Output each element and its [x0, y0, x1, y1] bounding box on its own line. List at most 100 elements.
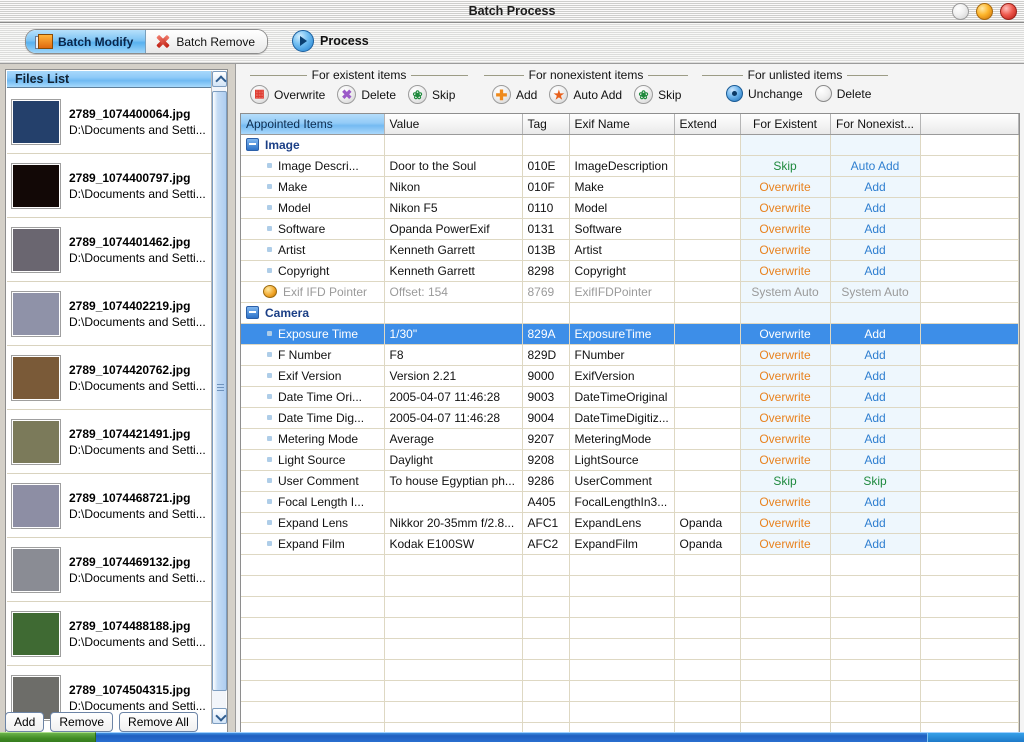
- list-item[interactable]: 2789_1074400797.jpg D:\Documents and Sett…: [7, 154, 213, 218]
- option-add[interactable]: ✚ Add: [492, 85, 537, 104]
- cell-for-existent[interactable]: Skip: [740, 470, 831, 492]
- table-row[interactable]: F Number F8 829D FNumber Overwrite Add: [241, 344, 1019, 366]
- table-row[interactable]: Exposure Time 1/30" 829A ExposureTime Overwr…: [241, 323, 1019, 345]
- close-button[interactable]: [1000, 3, 1017, 20]
- column-exif-name[interactable]: Exif Name: [569, 114, 675, 135]
- column-value[interactable]: Value: [384, 114, 523, 135]
- radio-delete-control[interactable]: [814, 85, 832, 102]
- table-row[interactable]: Exif Version Version 2.21 9000 ExifVersion O…: [241, 365, 1019, 387]
- cell-for-existent[interactable]: [740, 302, 831, 324]
- list-item[interactable]: 2789_1074468721.jpg D:\Documents and Sett…: [7, 474, 213, 538]
- table-row[interactable]: Image: [241, 134, 1019, 156]
- cell-for-nonexistent[interactable]: Add: [830, 386, 921, 408]
- cell-for-nonexistent[interactable]: Add: [830, 344, 921, 366]
- column-extend[interactable]: Extend: [674, 114, 741, 135]
- cell-for-existent[interactable]: Overwrite: [740, 491, 831, 513]
- cell-for-existent[interactable]: Overwrite: [740, 218, 831, 240]
- cell-for-nonexistent[interactable]: Add: [830, 323, 921, 345]
- appointed-items-table[interactable]: Appointed Items Value Tag Exif Name Exte…: [240, 113, 1020, 738]
- table-row[interactable]: Expand Lens Nikkor 20-35mm f/2.8... AFC1 Ex…: [241, 512, 1019, 534]
- cell-for-existent[interactable]: Overwrite: [740, 428, 831, 450]
- table-row[interactable]: User Comment To house Egyptian ph... 9286 U…: [241, 470, 1019, 492]
- cell-for-nonexistent[interactable]: System Auto: [830, 281, 921, 303]
- cell-for-existent[interactable]: Overwrite: [740, 407, 831, 429]
- option-auto-add[interactable]: ★ Auto Add: [549, 85, 622, 104]
- table-row[interactable]: Light Source Daylight 9208 LightSource Overw…: [241, 449, 1019, 471]
- table-row-empty[interactable]: [241, 596, 1019, 618]
- table-row[interactable]: Artist Kenneth Garrett 013B Artist Overwrite…: [241, 239, 1019, 261]
- cell-for-nonexistent[interactable]: Add: [830, 407, 921, 429]
- cell-for-existent[interactable]: Overwrite: [740, 386, 831, 408]
- option-skip-nonexistent[interactable]: ❀ Skip: [634, 85, 681, 104]
- cell-for-nonexistent[interactable]: Add: [830, 197, 921, 219]
- table-row-empty[interactable]: [241, 680, 1019, 702]
- tree-collapse-icon[interactable]: [246, 306, 259, 319]
- cell-for-nonexistent[interactable]: [830, 302, 921, 324]
- cell-for-existent[interactable]: Overwrite: [740, 197, 831, 219]
- table-row[interactable]: Camera: [241, 302, 1019, 324]
- table-row-empty[interactable]: [241, 575, 1019, 597]
- table-row[interactable]: Software Opanda PowerExif 0131 Software Over…: [241, 218, 1019, 240]
- table-row-empty[interactable]: [241, 659, 1019, 681]
- table-row-empty[interactable]: [241, 554, 1019, 576]
- cell-for-nonexistent[interactable]: Add: [830, 533, 921, 555]
- cell-for-nonexistent[interactable]: Add: [830, 239, 921, 261]
- cell-for-nonexistent[interactable]: Add: [830, 491, 921, 513]
- cell-for-existent[interactable]: Overwrite: [740, 323, 831, 345]
- maximize-button[interactable]: [976, 3, 993, 20]
- cell-for-nonexistent[interactable]: Add: [830, 260, 921, 282]
- column-tag[interactable]: Tag: [522, 114, 570, 135]
- table-row[interactable]: Expand Film Kodak E100SW AFC2 ExpandFilm Opa…: [241, 533, 1019, 555]
- list-item[interactable]: 2789_1074400064.jpg D:\Documents and Sett…: [7, 90, 213, 154]
- cell-for-nonexistent[interactable]: Skip: [830, 470, 921, 492]
- radio-unchange[interactable]: Unchange: [726, 85, 803, 102]
- remove-button[interactable]: Remove: [50, 712, 114, 732]
- list-item[interactable]: 2789_1074421491.jpg D:\Documents and Sett…: [7, 410, 213, 474]
- scroll-up-button[interactable]: [212, 71, 227, 87]
- table-row[interactable]: Focal Length I... A405 FocalLengthIn3... Ov…: [241, 491, 1019, 513]
- cell-for-nonexistent[interactable]: Auto Add: [830, 155, 921, 177]
- table-row[interactable]: Date Time Ori... 2005-04-07 11:46:28 9003 D…: [241, 386, 1019, 408]
- cell-for-nonexistent[interactable]: Add: [830, 449, 921, 471]
- cell-for-nonexistent[interactable]: Add: [830, 365, 921, 387]
- list-item[interactable]: 2789_1074469132.jpg D:\Documents and Sett…: [7, 538, 213, 602]
- radio-unchange-control[interactable]: [726, 85, 743, 102]
- system-tray[interactable]: [927, 733, 1024, 742]
- table-row-empty[interactable]: [241, 701, 1019, 723]
- files-list-scrollbar[interactable]: [211, 71, 227, 724]
- table-row[interactable]: Date Time Dig... 2005-04-07 11:46:28 9004 D…: [241, 407, 1019, 429]
- table-row-empty[interactable]: [241, 638, 1019, 660]
- radio-delete[interactable]: Delete: [814, 85, 871, 102]
- cell-for-nonexistent[interactable]: Add: [830, 218, 921, 240]
- list-item[interactable]: 2789_1074402219.jpg D:\Documents and Sett…: [7, 282, 213, 346]
- remove-all-button[interactable]: Remove All: [119, 712, 198, 732]
- table-row[interactable]: Make Nikon 010F Make Overwrite Add: [241, 176, 1019, 198]
- tree-collapse-icon[interactable]: [246, 138, 259, 151]
- scrollbar-thumb[interactable]: [212, 91, 227, 691]
- option-overwrite[interactable]: ▦ Overwrite: [250, 85, 325, 104]
- table-row[interactable]: Metering Mode Average 9207 MeteringMode Over…: [241, 428, 1019, 450]
- cell-for-nonexistent[interactable]: Add: [830, 512, 921, 534]
- cell-for-nonexistent[interactable]: Add: [830, 428, 921, 450]
- column-appointed-items[interactable]: Appointed Items: [241, 114, 385, 135]
- add-button[interactable]: Add: [5, 712, 45, 732]
- cell-for-existent[interactable]: Overwrite: [740, 239, 831, 261]
- table-row[interactable]: Copyright Kenneth Garrett 8298 Copyright Ove…: [241, 260, 1019, 282]
- cell-for-existent[interactable]: Overwrite: [740, 176, 831, 198]
- list-item[interactable]: 2789_1074488188.jpg D:\Documents and Sett…: [7, 602, 213, 666]
- files-list[interactable]: 2789_1074400064.jpg D:\Documents and Sett…: [7, 90, 213, 724]
- cell-for-nonexistent[interactable]: [830, 134, 921, 156]
- tab-batch-remove[interactable]: Batch Remove: [146, 30, 268, 53]
- cell-for-existent[interactable]: Overwrite: [740, 365, 831, 387]
- cell-for-existent[interactable]: Skip: [740, 155, 831, 177]
- cell-for-existent[interactable]: Overwrite: [740, 512, 831, 534]
- cell-for-existent[interactable]: [740, 134, 831, 156]
- cell-for-nonexistent[interactable]: Add: [830, 176, 921, 198]
- table-row[interactable]: Exif IFD Pointer Offset: 154 8769 ExifIFDPo…: [241, 281, 1019, 303]
- list-item[interactable]: 2789_1074420762.jpg D:\Documents and Sett…: [7, 346, 213, 410]
- option-delete[interactable]: ✖ Delete: [337, 85, 396, 104]
- option-skip-existent[interactable]: ❀ Skip: [408, 85, 455, 104]
- table-row-empty[interactable]: [241, 617, 1019, 639]
- cell-for-existent[interactable]: Overwrite: [740, 449, 831, 471]
- cell-for-existent[interactable]: System Auto: [740, 281, 831, 303]
